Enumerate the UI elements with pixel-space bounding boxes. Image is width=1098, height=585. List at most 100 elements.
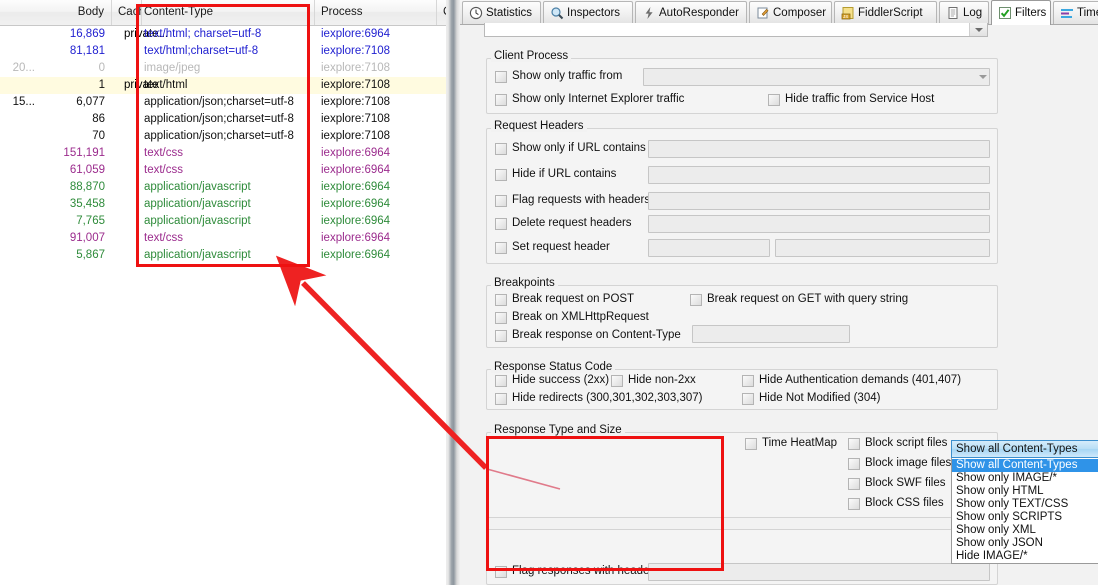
table-row[interactable]: 7,765application/javascriptiexplore:6964 bbox=[0, 213, 446, 230]
checkbox-flag-requests-with-headers[interactable]: Flag requests with headers bbox=[495, 194, 650, 207]
column-header-body[interactable]: Body bbox=[42, 0, 112, 25]
dropdown-option[interactable]: Show only SCRIPTS bbox=[952, 511, 1098, 524]
table-row[interactable]: 16,869private...text/html; charset=utf-8… bbox=[0, 26, 446, 43]
panel-splitter[interactable] bbox=[446, 0, 460, 585]
checkbox-box[interactable] bbox=[495, 242, 507, 254]
checkbox-box[interactable] bbox=[495, 294, 507, 306]
input-flag-responses-with-headers[interactable] bbox=[648, 563, 990, 581]
tab-log[interactable]: Log bbox=[939, 1, 989, 24]
table-row[interactable]: 70application/json;charset=utf-8iexplore… bbox=[0, 128, 446, 145]
checkbox-show-only-traffic-from[interactable]: Show only traffic from bbox=[495, 70, 622, 83]
checkbox-break-request-on-get-with-query[interactable]: Break request on GET with query string bbox=[690, 293, 908, 306]
dropdown-option[interactable]: Show only HTML bbox=[952, 485, 1098, 498]
column-header-content-type[interactable]: Content-Type bbox=[138, 0, 315, 25]
chevron-down-icon[interactable] bbox=[979, 75, 987, 79]
table-row[interactable]: 61,059text/cssiexplore:6964 bbox=[0, 162, 446, 179]
checkbox-block-script-files[interactable]: Block script files bbox=[848, 437, 947, 450]
checkbox-box[interactable] bbox=[495, 218, 507, 230]
checkbox-flag-responses-with-headers[interactable]: Flag responses with headers bbox=[495, 565, 659, 578]
checkbox-time-heatmap[interactable]: Time HeatMap bbox=[745, 437, 837, 450]
checkbox-box[interactable] bbox=[848, 498, 860, 510]
checkbox-box[interactable] bbox=[495, 71, 507, 83]
checkbox-box[interactable] bbox=[495, 195, 507, 207]
table-row[interactable]: 35,458application/javascriptiexplore:696… bbox=[0, 196, 446, 213]
table-row[interactable]: 20...0image/jpegiexplore:7108 bbox=[0, 60, 446, 77]
checkbox-block-css-files[interactable]: Block CSS files bbox=[848, 497, 944, 510]
dropdown-option[interactable]: Show only IMAGE/* bbox=[952, 472, 1098, 485]
cell-content-type: image/jpeg bbox=[138, 60, 308, 77]
checkbox-box[interactable] bbox=[611, 375, 623, 387]
checkbox-box[interactable] bbox=[742, 375, 754, 387]
chevron-down-icon[interactable] bbox=[969, 23, 987, 36]
checkbox-box[interactable] bbox=[495, 330, 507, 342]
process-select-combobox[interactable] bbox=[643, 68, 990, 86]
column-header-partial[interactable]: C bbox=[437, 0, 446, 25]
input-delete-request-headers[interactable] bbox=[648, 215, 990, 233]
checkbox-box[interactable] bbox=[495, 169, 507, 181]
tab-filters[interactable]: Filters bbox=[991, 0, 1051, 25]
input-set-request-header-value[interactable] bbox=[775, 239, 990, 257]
checkbox-hide-authentication-demands[interactable]: Hide Authentication demands (401,407) bbox=[742, 374, 961, 387]
checkbox-label: Show only traffic from bbox=[512, 70, 622, 83]
checkbox-box[interactable] bbox=[768, 94, 780, 106]
tab-fiddlerscript[interactable]: JSFiddlerScript bbox=[834, 1, 937, 24]
checkbox-box[interactable] bbox=[495, 566, 507, 578]
checkbox-box[interactable] bbox=[690, 294, 702, 306]
checkbox-hide-redirects[interactable]: Hide redirects (300,301,302,303,307) bbox=[495, 392, 703, 405]
dropdown-option[interactable]: Show all Content-Types bbox=[952, 459, 1098, 472]
session-list[interactable]: Body Caching Content-Type Process C 16,8… bbox=[0, 0, 446, 585]
checkbox-break-on-xmlhttprequest[interactable]: Break on XMLHttpRequest bbox=[495, 311, 649, 324]
checkbox-delete-request-headers[interactable]: Delete request headers bbox=[495, 217, 632, 230]
input-set-request-header-name[interactable] bbox=[648, 239, 770, 257]
checkbox-hide-not-modified[interactable]: Hide Not Modified (304) bbox=[742, 392, 880, 405]
tab-statistics[interactable]: Statistics bbox=[462, 1, 541, 24]
table-row[interactable]: 1privatetext/htmliexplore:7108 bbox=[0, 77, 446, 94]
content-type-dropdown-selected[interactable]: Show all Content-Types bbox=[951, 440, 1098, 458]
tab-composer[interactable]: Composer bbox=[749, 1, 832, 24]
input-flag-requests-with-headers[interactable] bbox=[648, 192, 990, 210]
checkbox-box[interactable] bbox=[495, 375, 507, 387]
table-row[interactable]: 88,870application/javascriptiexplore:696… bbox=[0, 179, 446, 196]
tab-timeline[interactable]: Timeline bbox=[1053, 1, 1098, 24]
table-row[interactable]: 151,191text/cssiexplore:6964 bbox=[0, 145, 446, 162]
checkbox-hide-success-2xx[interactable]: Hide success (2xx) bbox=[495, 374, 609, 387]
checkbox-box[interactable] bbox=[745, 438, 757, 450]
checkbox-block-image-files[interactable]: Block image files bbox=[848, 457, 951, 470]
checkbox-box[interactable] bbox=[848, 478, 860, 490]
checkbox-box[interactable] bbox=[742, 393, 754, 405]
table-row[interactable]: 91,007text/cssiexplore:6964 bbox=[0, 230, 446, 247]
checkbox-show-only-ie-traffic[interactable]: Show only Internet Explorer traffic bbox=[495, 93, 684, 106]
column-header-process[interactable]: Process bbox=[315, 0, 437, 25]
table-row[interactable]: 86application/json;charset=utf-8iexplore… bbox=[0, 111, 446, 128]
checkbox-show-only-if-url-contains[interactable]: Show only if URL contains bbox=[495, 142, 646, 155]
checkbox-hide-if-url-contains[interactable]: Hide if URL contains bbox=[495, 168, 616, 181]
checkbox-box[interactable] bbox=[848, 458, 860, 470]
table-row[interactable]: 5,867application/javascriptiexplore:6964 bbox=[0, 247, 446, 264]
content-type-filter-dropdown[interactable]: Show all Content-Types Show all Content-… bbox=[951, 440, 1098, 564]
checkbox-set-request-header[interactable]: Set request header bbox=[495, 241, 610, 254]
cell-body: 1 bbox=[42, 77, 112, 94]
checkbox-break-request-on-post[interactable]: Break request on POST bbox=[495, 293, 634, 306]
table-row[interactable]: 15...6,077application/json;charset=utf-8… bbox=[0, 94, 446, 111]
checkbox-box[interactable] bbox=[495, 393, 507, 405]
checkbox-break-response-on-content-type[interactable]: Break response on Content-Type bbox=[495, 329, 681, 342]
tab-autoresponder[interactable]: AutoResponder bbox=[635, 1, 747, 24]
checkbox-hide-non-2xx[interactable]: Hide non-2xx bbox=[611, 374, 696, 387]
checkbox-box[interactable] bbox=[848, 438, 860, 450]
input-hide-if-url-contains[interactable] bbox=[648, 166, 990, 184]
dropdown-option[interactable]: Show only XML bbox=[952, 524, 1098, 537]
dropdown-option[interactable]: Hide IMAGE/* bbox=[952, 550, 1098, 563]
dropdown-option[interactable]: Show only JSON bbox=[952, 537, 1098, 550]
input-show-only-if-url-contains[interactable] bbox=[648, 140, 990, 158]
checkbox-box[interactable] bbox=[495, 94, 507, 106]
content-type-dropdown-options[interactable]: Show all Content-TypesShow only IMAGE/*S… bbox=[951, 458, 1098, 564]
checkbox-box[interactable] bbox=[495, 312, 507, 324]
checkbox-box[interactable] bbox=[495, 143, 507, 155]
checkbox-hide-traffic-from-service-host[interactable]: Hide traffic from Service Host bbox=[768, 93, 934, 106]
tab-inspectors[interactable]: Inspectors bbox=[543, 1, 633, 24]
dropdown-option[interactable]: Show only TEXT/CSS bbox=[952, 498, 1098, 511]
input-break-response-content-type[interactable] bbox=[692, 325, 850, 343]
filter-action-combobox[interactable] bbox=[484, 23, 988, 37]
checkbox-block-swf-files[interactable]: Block SWF files bbox=[848, 477, 946, 490]
table-row[interactable]: 81,181text/html;charset=utf-8iexplore:71… bbox=[0, 43, 446, 60]
